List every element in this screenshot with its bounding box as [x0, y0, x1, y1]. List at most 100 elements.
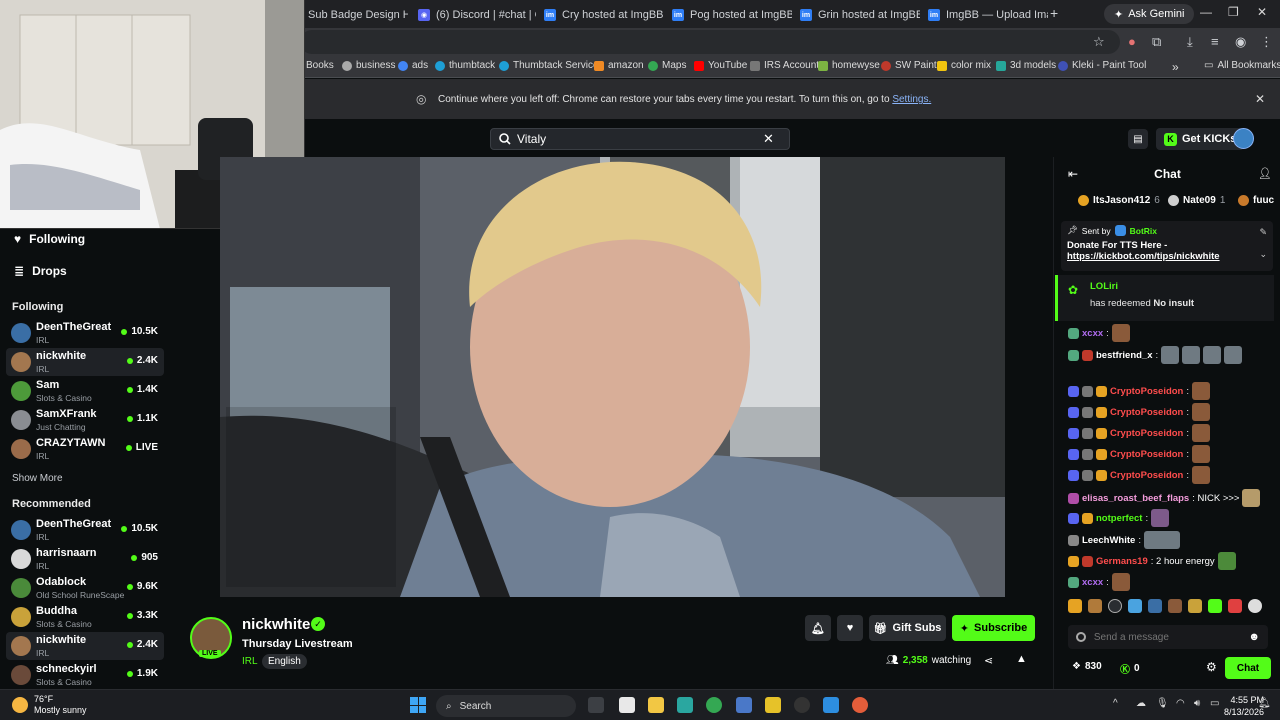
emote[interactable] — [1208, 599, 1222, 613]
bookmark-item[interactable]: 3d models — [996, 60, 1056, 71]
file-explorer-icon[interactable] — [648, 697, 664, 713]
kicks-balance[interactable]: ❖ 830 — [1072, 661, 1102, 672]
sidebar-channel[interactable]: nickwhite IRL 2.4K — [6, 632, 164, 660]
sidebar-channel[interactable]: Buddha Slots & Casino 3.3K — [6, 603, 164, 631]
tray-chevron-icon[interactable]: ^ — [1113, 698, 1118, 709]
sidebar-channel[interactable]: harrisnaarn IRL 905 — [6, 545, 164, 573]
task-view-icon[interactable] — [588, 697, 604, 713]
get-kicks-button[interactable]: K Get KICKs — [1156, 128, 1245, 150]
bookmark-item[interactable]: Kleki - Paint Tool — [1058, 60, 1146, 71]
pinned-message[interactable]: 📌︎ Sent by BotRix Donate For TTS Here - ht… — [1061, 221, 1273, 271]
chat-message[interactable]: CryptoPoseidon: — [1068, 445, 1211, 463]
browser-tab[interactable]: Sub Badge Design Hel✕ — [300, 4, 408, 26]
chat-input[interactable] — [1093, 631, 1241, 643]
extensions-puzzle-icon[interactable]: ⧉ — [1152, 34, 1161, 50]
user-avatar[interactable] — [1233, 128, 1254, 149]
emoji-icon[interactable]: ☻ — [1248, 631, 1260, 643]
extension-icon[interactable]: ● — [1128, 34, 1136, 49]
app-icon[interactable] — [823, 697, 839, 713]
sidebar-channel[interactable]: SamXFrank Just Chatting 1.1K — [6, 406, 164, 434]
emote[interactable] — [1108, 599, 1122, 613]
bookmark-item[interactable]: color mix — [937, 60, 991, 71]
tip-link[interactable]: https://kickbot.com/tips/nickwhite — [1067, 251, 1267, 262]
unpin-icon[interactable]: ✎ — [1259, 227, 1267, 238]
subscribe-button[interactable]: ✦ Subscribe — [952, 615, 1035, 641]
firefox-icon[interactable] — [852, 697, 868, 713]
emote[interactable] — [1228, 599, 1242, 613]
top-gifter[interactable]: Nate09 1 — [1168, 195, 1225, 206]
bookmark-star-icon[interactable]: ☆ — [1093, 34, 1105, 50]
battery-icon[interactable]: ▭ — [1210, 698, 1219, 709]
send-chat-button[interactable]: Chat — [1225, 657, 1271, 679]
weather-widget[interactable]: 76°F Mostly sunny — [34, 694, 87, 716]
bookmark-item[interactable]: business — [342, 60, 395, 71]
clear-search-icon[interactable]: ✕ — [763, 131, 774, 147]
emote[interactable] — [1068, 599, 1082, 613]
bookmarks-overflow-icon[interactable]: » — [1172, 60, 1179, 74]
bookmark-item[interactable]: SW Paint — [881, 60, 937, 71]
layout-toggle-icon[interactable]: ▤ — [1128, 129, 1148, 149]
volume-icon[interactable]: 🔊︎ — [1194, 698, 1200, 709]
chat-input-box[interactable]: ☻ — [1068, 625, 1268, 649]
search-input[interactable] — [517, 132, 757, 146]
app-icon[interactable] — [736, 697, 752, 713]
bookmark-item[interactable]: IRS Account — [750, 60, 819, 71]
download-icon[interactable]: ⤓ — [1187, 34, 1193, 50]
bookmark-item[interactable]: homewyse — [818, 60, 880, 71]
emote[interactable] — [1188, 599, 1202, 613]
emote[interactable] — [1248, 599, 1262, 613]
top-gifter[interactable]: ItsJason412 6 — [1078, 195, 1160, 206]
chat-settings-icon[interactable]: ⚙ — [1206, 660, 1217, 674]
chat-message[interactable]: Germans19: 2 hour energy — [1068, 552, 1236, 570]
address-bar[interactable] — [300, 30, 1120, 54]
notifications-icon[interactable]: 🔔︎ — [1258, 698, 1271, 709]
nav-drops[interactable]: ≣ Drops — [14, 264, 67, 278]
browser-tab[interactable]: imPog hosted at ImgBB✕ — [664, 4, 792, 26]
microphone-icon[interactable]: 🎙︎ — [1156, 698, 1169, 709]
language-tag[interactable]: English — [262, 654, 307, 669]
sidebar-channel[interactable]: Odablock Old School RuneScape 9.6K — [6, 574, 164, 602]
emote[interactable] — [1148, 599, 1162, 613]
chat-message[interactable]: LeechWhite: — [1068, 531, 1180, 549]
chat-message[interactable]: xcxx: — [1068, 573, 1130, 591]
bookmark-item[interactable]: ads — [398, 60, 428, 71]
taskbar-search[interactable]: ⌕ Search — [436, 695, 576, 717]
gift-subs-button[interactable]: 🎁︎ Gift Subs — [869, 615, 946, 641]
notifications-button[interactable]: 🔔︎ — [805, 615, 831, 641]
close-window-icon[interactable]: ✕ — [1257, 5, 1267, 19]
reading-list-icon[interactable]: ≡ — [1211, 34, 1219, 49]
new-tab-button[interactable]: + — [1050, 5, 1058, 21]
weather-icon[interactable] — [12, 697, 28, 713]
channel-points[interactable]: Ⓚ 0 — [1120, 661, 1140, 676]
search-box[interactable]: ✕ — [490, 128, 790, 150]
chat-message[interactable]: CryptoPoseidon: — [1068, 382, 1211, 400]
bookmark-item[interactable]: Maps — [648, 60, 686, 71]
app-icon[interactable] — [765, 697, 781, 713]
app-icon[interactable] — [794, 697, 810, 713]
stream-category[interactable]: IRL — [242, 656, 258, 667]
bookmark-item[interactable]: thumbtack — [435, 60, 495, 71]
close-infobar-icon[interactable]: ✕ — [1255, 92, 1265, 106]
app-icon[interactable] — [677, 697, 693, 713]
top-gifter[interactable]: fuuc — [1238, 195, 1274, 206]
browser-tab[interactable]: ◉ (6) Discord | #chat | G — [410, 4, 536, 26]
chat-message[interactable]: xcxx: — [1068, 324, 1130, 342]
emote[interactable] — [1088, 599, 1102, 613]
nav-following[interactable]: ♥ Following — [14, 232, 85, 246]
chat-message[interactable]: bestfriend_x: — [1068, 346, 1243, 364]
chat-message[interactable]: CryptoPoseidon: — [1068, 403, 1211, 421]
expand-chevron-icon[interactable]: ⌄ — [1259, 249, 1267, 260]
sidebar-channel[interactable]: CRAZYTAWN IRL LIVE — [6, 435, 164, 463]
bookmark-item[interactable]: amazon — [594, 60, 644, 71]
bookmark-item[interactable]: Thumbtack Services — [499, 60, 604, 71]
chat-message[interactable]: CryptoPoseidon: — [1068, 466, 1211, 484]
bookmark-item[interactable]: Books — [306, 60, 334, 71]
notepad-icon[interactable] — [619, 697, 635, 713]
video-player[interactable] — [220, 157, 1005, 597]
share-icon[interactable]: ⋖ — [984, 654, 993, 667]
sidebar-channel[interactable]: DeenTheGreat IRL 10.5K — [6, 516, 164, 544]
follow-button[interactable]: ♥ — [837, 615, 863, 641]
menu-dots-icon[interactable]: ⋮ — [1260, 34, 1273, 50]
browser-tab[interactable]: imGrin hosted at ImgBB✕ — [792, 4, 920, 26]
sidebar-channel[interactable]: schneckyirl Slots & Casino 1.9K — [6, 661, 164, 689]
